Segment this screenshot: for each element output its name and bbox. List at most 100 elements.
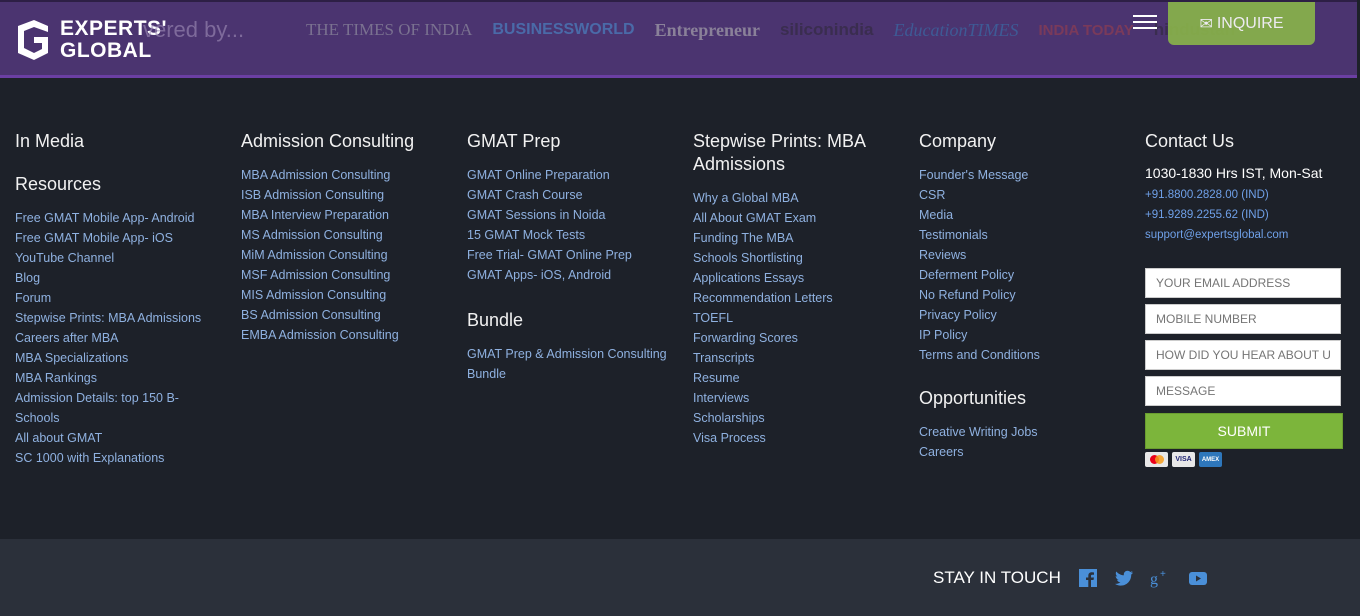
link[interactable]: Applications Essays (693, 271, 804, 285)
link[interactable]: MiM Admission Consulting (241, 248, 388, 262)
link[interactable]: No Refund Policy (919, 288, 1016, 302)
hear-about-field[interactable] (1145, 340, 1341, 370)
email-link[interactable]: support@expertsglobal.com (1145, 225, 1345, 245)
link[interactable]: SC 1000 with Explanations (15, 451, 164, 465)
submit-button[interactable]: SUBMIT (1145, 413, 1343, 449)
list-item: GMAT Sessions in Noida (467, 205, 677, 225)
mastercard-icon (1145, 452, 1168, 467)
link[interactable]: Funding The MBA (693, 231, 794, 245)
message-field[interactable] (1145, 376, 1341, 406)
link[interactable]: BS Admission Consulting (241, 308, 381, 322)
link[interactable]: IP Policy (919, 328, 967, 342)
link[interactable]: Visa Process (693, 431, 766, 445)
list-item: GMAT Apps- iOS, Android (467, 265, 677, 285)
company-heading: Company (919, 131, 997, 151)
list-item: Careers (919, 442, 1119, 462)
link[interactable]: Free GMAT Mobile App- iOS (15, 231, 173, 245)
link[interactable]: MIS Admission Consulting (241, 288, 386, 302)
link[interactable]: GMAT Crash Course (467, 188, 583, 202)
logo-icon (18, 20, 48, 60)
link[interactable]: Forwarding Scores (693, 331, 798, 345)
list-item: Creative Writing Jobs (919, 422, 1119, 442)
link[interactable]: MSF Admission Consulting (241, 268, 390, 282)
link[interactable]: GMAT Online Preparation (467, 168, 610, 182)
link[interactable]: Scholarships (693, 411, 765, 425)
youtube-icon[interactable] (1188, 568, 1208, 588)
link[interactable]: GMAT Sessions in Noida (467, 208, 605, 222)
list-item: GMAT Crash Course (467, 185, 677, 205)
link[interactable]: Privacy Policy (919, 308, 997, 322)
link[interactable]: TOEFL (693, 311, 733, 325)
link[interactable]: Free Trial- GMAT Online Prep (467, 248, 632, 262)
list-item: Testimonials (919, 225, 1119, 245)
list-item: ISB Admission Consulting (241, 185, 451, 205)
link[interactable]: EMBA Admission Consulting (241, 328, 399, 342)
link[interactable]: All About GMAT Exam (693, 211, 816, 225)
in-media-heading[interactable]: In Media (15, 130, 215, 153)
link[interactable]: MBA Rankings (15, 371, 97, 385)
link[interactable]: Media (919, 208, 953, 222)
list-item: Free GMAT Mobile App- Android (15, 208, 215, 228)
powered-by-text: vered by... (143, 17, 245, 42)
link[interactable]: All about GMAT (15, 431, 102, 445)
link[interactable]: Resume (693, 371, 740, 385)
link[interactable]: Reviews (919, 248, 966, 262)
list-item: MBA Rankings (15, 368, 215, 388)
link[interactable]: YouTube Channel (15, 251, 114, 265)
list-item: All About GMAT Exam (693, 208, 893, 228)
link[interactable]: MS Admission Consulting (241, 228, 383, 242)
inquire-button[interactable]: ✉ INQUIRE (1168, 2, 1315, 45)
link[interactable]: MBA Admission Consulting (241, 168, 390, 182)
link[interactable]: 15 GMAT Mock Tests (467, 228, 585, 242)
link[interactable]: Terms and Conditions (919, 348, 1040, 362)
link[interactable]: Creative Writing Jobs (919, 425, 1038, 439)
logo-text-line2: GLOBAL (60, 39, 152, 62)
link[interactable]: Transcripts (693, 351, 754, 365)
list-item: Media (919, 205, 1119, 225)
list-item: TOEFL (693, 308, 893, 328)
link[interactable]: Admission Details: top 150 B-Schools (15, 391, 179, 425)
facebook-icon[interactable] (1078, 568, 1098, 588)
link[interactable]: Careers after MBA (15, 331, 119, 345)
stepwise-heading: Stepwise Prints: MBA Admissions (693, 131, 866, 174)
link[interactable]: GMAT Prep & Admission Consulting Bundle (467, 347, 667, 381)
stepwise-list: Why a Global MBA All About GMAT Exam Fun… (693, 188, 893, 448)
link[interactable]: Recommendation Letters (693, 291, 833, 305)
gmat-heading: GMAT Prep (467, 131, 561, 151)
link[interactable]: ISB Admission Consulting (241, 188, 384, 202)
link[interactable]: Testimonials (919, 228, 988, 242)
brand-businessworld: BUSINESSWORLD (492, 21, 635, 38)
list-item: Admission Details: top 150 B-Schools (15, 388, 180, 428)
link[interactable]: Forum (15, 291, 51, 305)
list-item: IP Policy (919, 325, 1119, 345)
email-field[interactable] (1145, 268, 1341, 298)
link[interactable]: MBA Specializations (15, 351, 128, 365)
link[interactable]: Blog (15, 271, 40, 285)
list-item: All about GMAT (15, 428, 215, 448)
list-item: Scholarships (693, 408, 893, 428)
link[interactable]: Stepwise Prints: MBA Admissions (15, 311, 201, 325)
company-list: Founder's Message CSR Media Testimonials… (919, 165, 1119, 365)
link[interactable]: CSR (919, 188, 945, 202)
opportunities-heading: Opportunities (919, 388, 1027, 408)
google-plus-icon[interactable]: g + (1150, 568, 1170, 588)
link[interactable]: Interviews (693, 391, 749, 405)
footer-column-company: Company Founder's Message CSR Media Test… (919, 130, 1119, 480)
brand-times-of-india: THE TIMES OF INDIA (306, 20, 473, 39)
link[interactable]: Free GMAT Mobile App- Android (15, 211, 194, 225)
list-item: Interviews (693, 388, 893, 408)
menu-icon[interactable] (1133, 11, 1157, 31)
twitter-icon[interactable] (1114, 568, 1134, 588)
link[interactable]: Deferment Policy (919, 268, 1014, 282)
link[interactable]: Careers (919, 445, 963, 459)
phone-link-2[interactable]: +91.9289.2255.62 (IND) (1145, 205, 1345, 225)
phone-link-1[interactable]: +91.8800.2828.00 (IND) (1145, 185, 1345, 205)
mobile-field[interactable] (1145, 304, 1341, 334)
link[interactable]: GMAT Apps- iOS, Android (467, 268, 611, 282)
link[interactable]: Founder's Message (919, 168, 1028, 182)
link[interactable]: Schools Shortlisting (693, 251, 803, 265)
list-item: BS Admission Consulting (241, 305, 451, 325)
link[interactable]: MBA Interview Preparation (241, 208, 389, 222)
list-item: MIS Admission Consulting (241, 285, 451, 305)
link[interactable]: Why a Global MBA (693, 191, 799, 205)
